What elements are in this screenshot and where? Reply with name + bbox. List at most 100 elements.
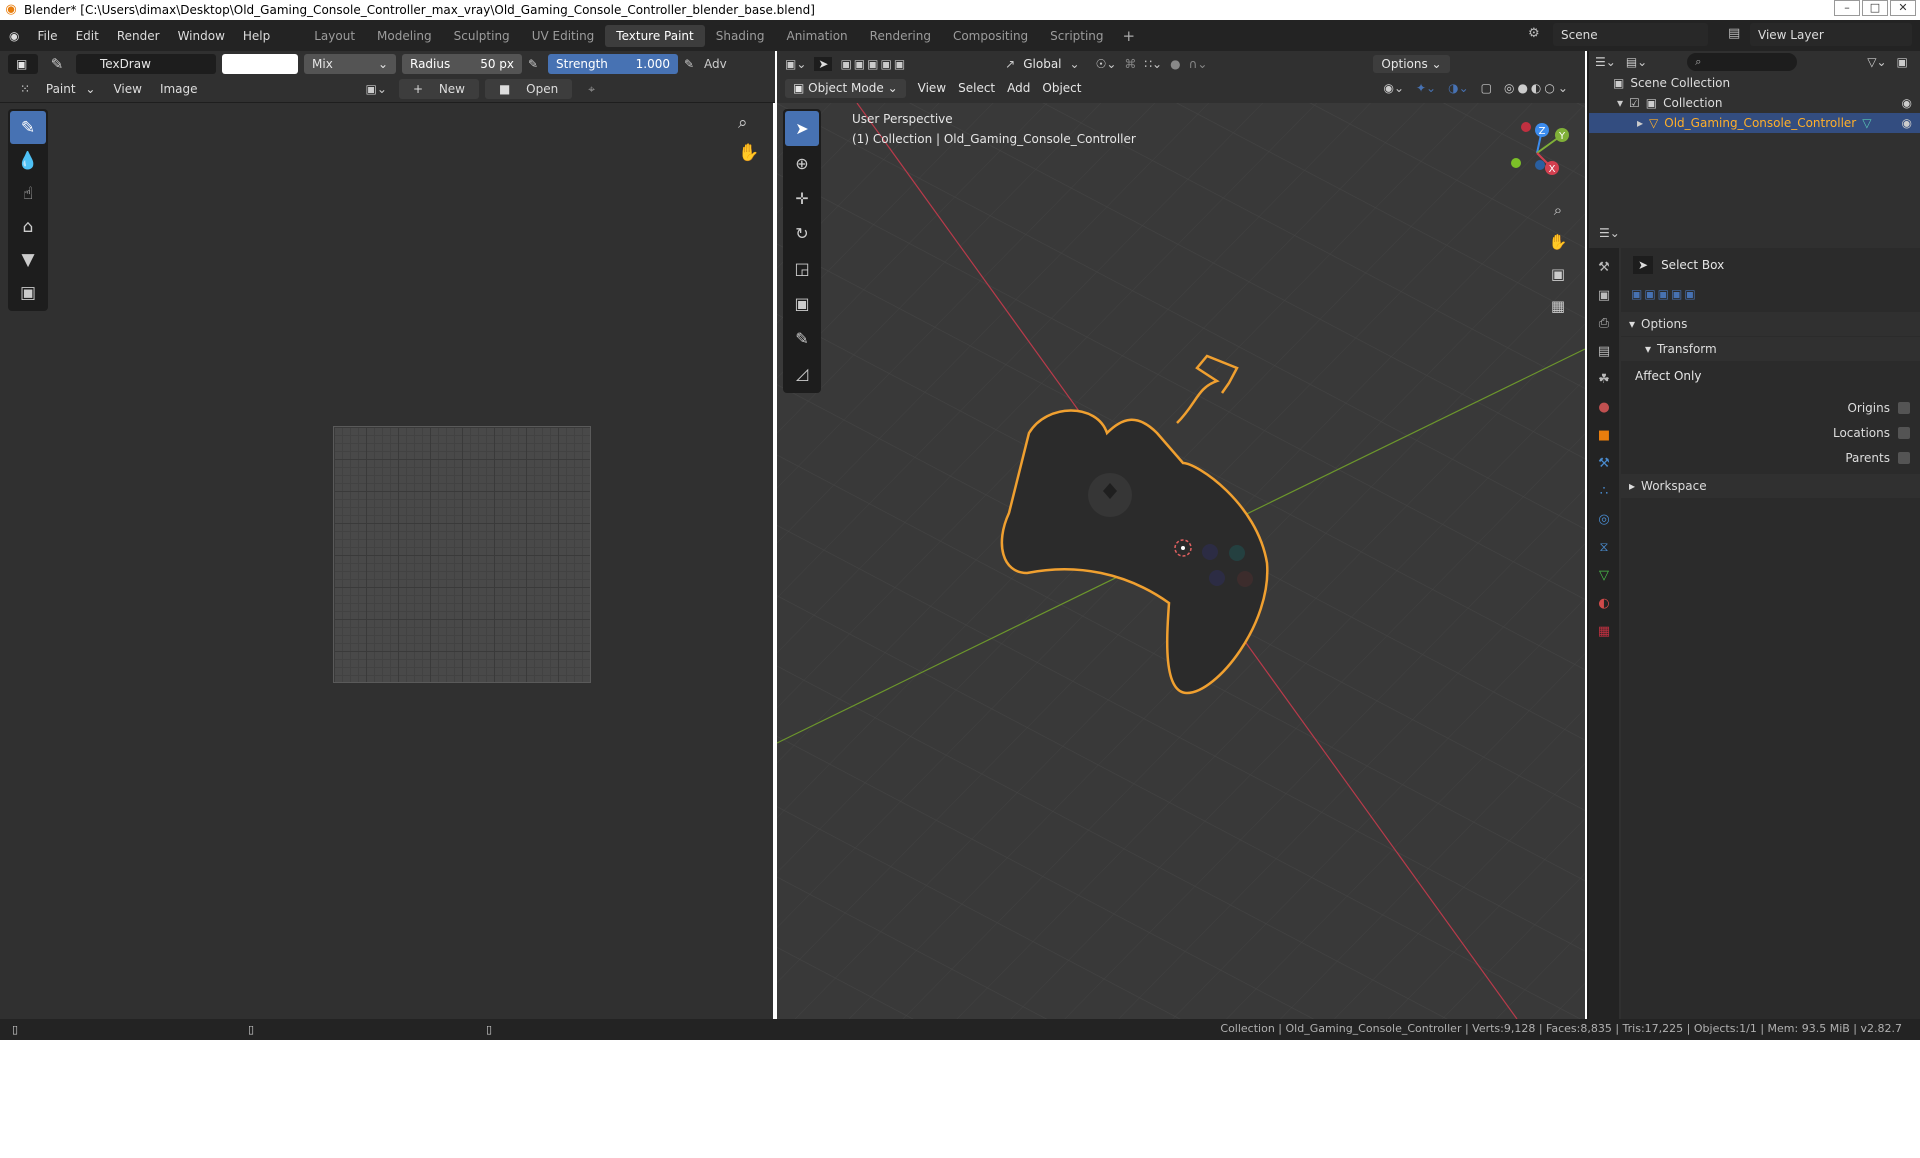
transform-subsection[interactable]: ▾ Transform <box>1621 337 1920 361</box>
new-collection-icon[interactable]: ▣ <box>1897 55 1908 69</box>
menu-view-3d[interactable]: View <box>918 81 946 95</box>
mesh-data-icon[interactable]: ▽ <box>1862 116 1871 130</box>
filter-icon[interactable]: ▽⌄ <box>1867 55 1886 69</box>
view-layer-selector[interactable]: View Layer <box>1750 23 1912 46</box>
tab-compositing[interactable]: Compositing <box>942 25 1039 47</box>
menu-select[interactable]: Select <box>958 81 995 95</box>
menu-window[interactable]: Window <box>169 29 234 43</box>
3d-viewport[interactable]: ➤ ⊕ ✛ ↻ ◲ ▣ ✎ ◿ User Perspective (1) Col… <box>777 103 1585 1019</box>
tab-uv-editing[interactable]: UV Editing <box>521 25 606 47</box>
scene-icon[interactable]: ⚙ <box>1528 26 1540 41</box>
measure-tool-icon[interactable]: ◿ <box>785 356 819 391</box>
gizmo-toggle-icon[interactable]: ✦⌄ <box>1416 81 1436 95</box>
mode-select[interactable]: ▣ Object Mode ⌄ <box>785 78 906 98</box>
tab-shading[interactable]: Shading <box>705 25 776 47</box>
image-browse-icon[interactable]: ▣⌄ <box>360 82 393 96</box>
outliner-scene-collection[interactable]: ▣ Scene Collection <box>1589 73 1920 93</box>
maximize-button[interactable]: □ <box>1862 0 1888 16</box>
strength-field[interactable]: Strength 1.000 <box>548 54 678 74</box>
menu-view[interactable]: View <box>107 82 147 96</box>
orientation-select[interactable]: Global <box>1023 57 1061 71</box>
menu-file[interactable]: File <box>28 29 66 43</box>
view-layer-tab-icon[interactable]: ▤ <box>1593 340 1615 362</box>
neg-z-handle[interactable] <box>1535 160 1545 170</box>
expand-arrow-icon[interactable]: ▸ <box>1637 116 1643 130</box>
world-tab-icon[interactable]: ● <box>1593 396 1615 418</box>
brush-name-field[interactable]: TexDraw <box>76 54 216 74</box>
mask-tool-icon[interactable]: ▣ <box>10 276 46 309</box>
strength-pressure-icon[interactable]: ✎ <box>684 57 698 71</box>
modifier-tab-icon[interactable]: ⚒ <box>1593 452 1615 474</box>
blend-mode-select[interactable]: Mix ⌄ <box>304 54 396 74</box>
add-workspace-icon[interactable]: + <box>1115 27 1144 45</box>
move-tool-icon[interactable]: ✛ <box>785 181 819 216</box>
select-tool-icon[interactable]: ➤ <box>814 57 833 71</box>
snap-icon[interactable]: ⌘ <box>1124 57 1136 71</box>
image-editor-canvas[interactable]: ✎ 💧 ☝ ⌂ ▼ ▣ ⌕ ✋ <box>0 103 773 1019</box>
menu-help[interactable]: Help <box>234 29 279 43</box>
neg-x-handle[interactable] <box>1521 122 1531 132</box>
radius-field[interactable]: Radius 50 px <box>402 54 522 74</box>
particles-tab-icon[interactable]: ∴ <box>1593 480 1615 502</box>
constraints-tab-icon[interactable]: ⧖ <box>1593 536 1615 558</box>
tool-tab-icon[interactable]: ⚒ <box>1593 256 1615 278</box>
cursor-tool-icon[interactable]: ⊕ <box>785 146 819 181</box>
overlay-toggle-icon[interactable]: ◑⌄ <box>1448 81 1469 95</box>
pivot-icon[interactable]: ☉⌄ <box>1096 57 1117 71</box>
editor-type-3d-icon[interactable]: ▣⌄ <box>785 57 806 71</box>
grid-perspective-icon[interactable]: ▦ <box>1545 294 1571 318</box>
blender-menu-icon[interactable]: ◉ <box>0 29 28 43</box>
tab-modeling[interactable]: Modeling <box>366 25 443 47</box>
clone-tool-icon[interactable]: ⌂ <box>10 210 46 243</box>
minimize-button[interactable]: – <box>1834 0 1860 16</box>
annotate-tool-icon[interactable]: ✎ <box>785 321 819 356</box>
render-tab-icon[interactable]: ▣ <box>1593 284 1615 306</box>
origins-checkbox[interactable] <box>1898 401 1910 414</box>
neg-y-handle[interactable] <box>1511 158 1521 168</box>
menu-object[interactable]: Object <box>1042 81 1081 95</box>
tab-rendering[interactable]: Rendering <box>859 25 942 47</box>
hand-pan-icon[interactable]: ✋ <box>1545 230 1571 254</box>
outliner-object-row[interactable]: ▸ ▽ Old_Gaming_Console_Controller ▽ ◉ <box>1589 113 1920 133</box>
rotate-tool-icon[interactable]: ↻ <box>785 216 819 251</box>
select-box-tool-icon[interactable]: ➤ <box>785 111 819 146</box>
navigation-gizmo[interactable]: Z Y X <box>1504 118 1570 188</box>
zoom-icon[interactable]: ⌕ <box>1545 198 1571 222</box>
tab-texture-paint[interactable]: Texture Paint <box>605 24 705 47</box>
locations-checkbox[interactable] <box>1898 426 1910 439</box>
outliner-collection[interactable]: ▾ ☑ ▣ Collection ◉ <box>1589 93 1920 113</box>
outliner-search-input[interactable]: ⌕ <box>1687 53 1798 71</box>
paint-mode-select[interactable]: ⁙ Paint ⌄ <box>8 82 101 96</box>
options-dropdown[interactable]: Options ⌄ <box>1373 55 1450 73</box>
advanced-menu[interactable]: Adv <box>704 57 727 71</box>
menu-edit[interactable]: Edit <box>67 29 108 43</box>
expand-arrow-icon[interactable]: ▾ <box>1617 96 1623 110</box>
visibility-icon[interactable]: ◉⌄ <box>1383 81 1404 95</box>
tab-animation[interactable]: Animation <box>775 25 858 47</box>
properties-type-icon[interactable]: ☰⌄ <box>1599 226 1620 240</box>
falloff-icon[interactable]: ∩⌄ <box>1189 57 1208 71</box>
material-tab-icon[interactable]: ◐ <box>1593 592 1615 614</box>
eye-icon[interactable]: ◉ <box>1902 116 1912 130</box>
texture-tab-icon[interactable]: ▦ <box>1593 620 1615 642</box>
fill-tool-icon[interactable]: ▼ <box>10 243 46 276</box>
menu-add[interactable]: Add <box>1007 81 1030 95</box>
brush-icon[interactable]: ✎ <box>44 55 70 73</box>
object-tab-icon[interactable]: ■ <box>1593 424 1615 446</box>
physics-tab-icon[interactable]: ◎ <box>1593 508 1615 530</box>
open-image-button[interactable]: ■ Open <box>485 79 573 99</box>
menu-image[interactable]: Image <box>154 82 204 96</box>
view-layer-icon[interactable]: ▤ <box>1728 26 1740 41</box>
selection-modes-icon[interactable]: ▣▣▣▣▣ <box>840 57 907 71</box>
menu-render[interactable]: Render <box>108 29 169 43</box>
pin-icon[interactable]: ⌖ <box>582 82 601 97</box>
radius-pressure-icon[interactable]: ✎ <box>528 57 542 71</box>
hand-pan-icon[interactable]: ✋ <box>738 143 759 163</box>
brush-color-swatch[interactable] <box>222 54 298 74</box>
eye-icon[interactable]: ◉ <box>1902 96 1912 110</box>
tab-sculpting[interactable]: Sculpting <box>443 25 521 47</box>
soften-tool-icon[interactable]: 💧 <box>10 144 46 177</box>
data-tab-icon[interactable]: ▽ <box>1593 564 1615 586</box>
output-tab-icon[interactable]: ⎙ <box>1593 312 1615 334</box>
transform-tool-icon[interactable]: ▣ <box>785 286 819 321</box>
